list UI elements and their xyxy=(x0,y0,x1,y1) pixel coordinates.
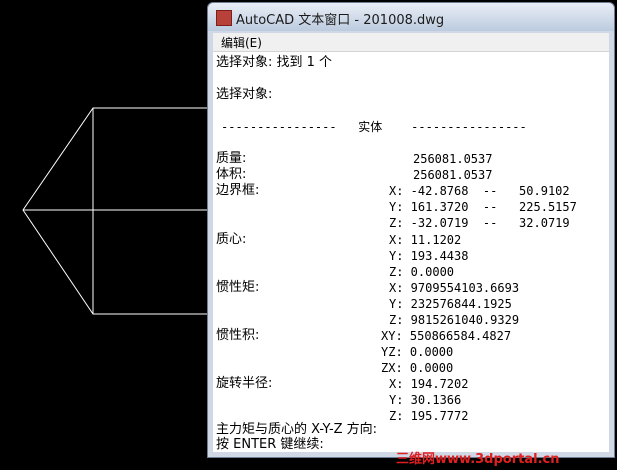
select-found-line: 选择对象: 找到 1 个 xyxy=(216,55,333,70)
product-xy: XY: 550866584.4827 xyxy=(381,329,512,343)
bbox-x: X: -42.8768 -- 50.9102 xyxy=(389,184,570,198)
site-watermark: 三维网www.3dportal.cn xyxy=(396,452,560,467)
moment-z: Z: 9815261040.9329 xyxy=(389,313,520,327)
moments-label: 惯性矩: xyxy=(216,280,260,295)
menu-edit[interactable]: 编辑(E) xyxy=(221,34,262,51)
select-line: 选择对象: xyxy=(216,87,273,102)
solid-header: ---------------- 实体 ---------------- xyxy=(221,120,527,134)
mass-label: 质量: xyxy=(216,151,247,166)
bbox-z: Z: -32.0719 -- 32.0719 xyxy=(389,216,570,230)
gyration-label: 旋转半径: xyxy=(216,376,273,391)
centroid-label: 质心: xyxy=(216,232,247,247)
product-yz: YZ: 0.0000 xyxy=(381,345,454,359)
principal-moments-line: 主力矩与质心的 X-Y-Z 方向: xyxy=(216,422,378,437)
volume-label: 体积: xyxy=(216,167,247,182)
title-bar[interactable]: AutoCAD 文本窗口 - 201008.dwg xyxy=(208,3,614,31)
bbox-label: 边界框: xyxy=(216,183,260,198)
gyration-z: Z: 195.7772 xyxy=(389,409,469,423)
mass-value: 256081.0537 xyxy=(413,152,493,166)
product-zx: ZX: 0.0000 xyxy=(381,361,454,375)
bbox-y: Y: 161.3720 -- 225.5157 xyxy=(389,200,577,214)
press-enter-prompt[interactable]: 按 ENTER 键继续: xyxy=(216,437,324,452)
volume-value: 256081.0537 xyxy=(413,168,493,182)
moment-y: Y: 232576844.1925 xyxy=(389,297,512,311)
command-history[interactable]: 选择对象: 找到 1 个 选择对象: ---------------- 实体 -… xyxy=(213,52,609,452)
text-window[interactable]: AutoCAD 文本窗口 - 201008.dwg 编辑(E) 选择对象: 找到… xyxy=(207,2,615,458)
menu-bar: 编辑(E) xyxy=(213,33,609,52)
autocad-app-icon xyxy=(216,10,232,26)
moment-x: X: 9709554103.6693 xyxy=(389,281,520,295)
gyration-x: X: 194.7202 xyxy=(389,377,469,391)
centroid-x: X: 11.1202 xyxy=(389,233,462,247)
centroid-z: Z: 0.0000 xyxy=(389,265,455,279)
products-label: 惯性积: xyxy=(216,328,260,343)
window-title: AutoCAD 文本窗口 - 201008.dwg xyxy=(236,13,445,28)
centroid-y: Y: 193.4438 xyxy=(389,249,469,263)
gyration-y: Y: 30.1366 xyxy=(389,393,462,407)
